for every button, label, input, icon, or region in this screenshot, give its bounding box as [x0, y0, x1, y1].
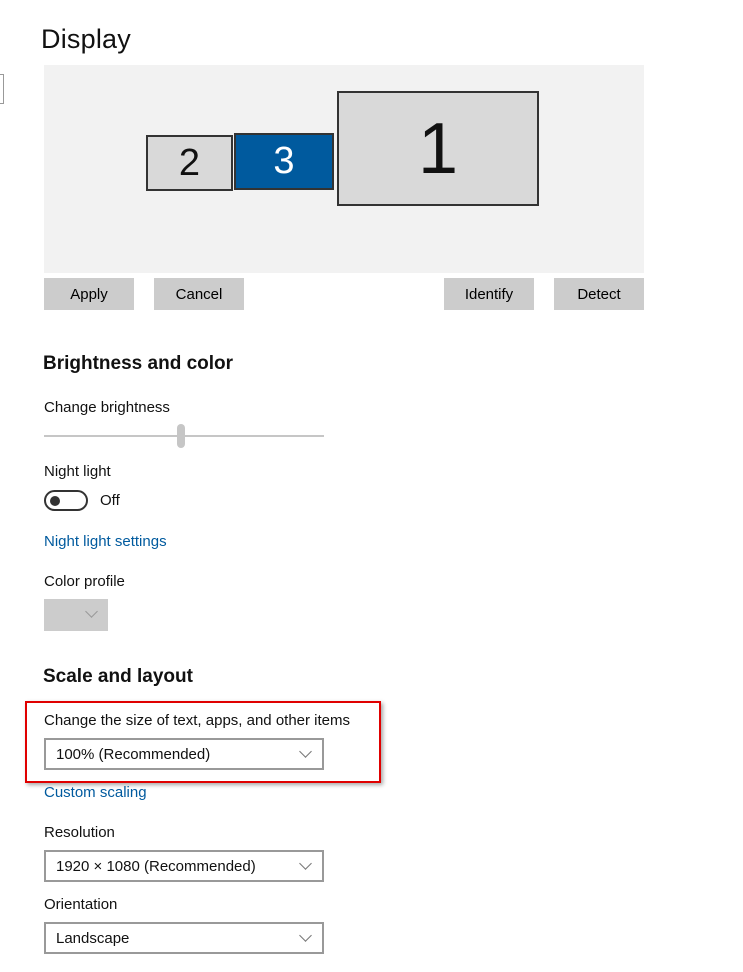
toggle-knob [50, 495, 60, 506]
resolution-label: Resolution [44, 824, 115, 841]
monitor-1[interactable]: 1 [337, 91, 539, 206]
brightness-label: Change brightness [44, 399, 170, 416]
scale-dropdown-value: 100% (Recommended) [56, 745, 211, 763]
monitor-3-label: 3 [273, 140, 295, 182]
page-title: Display [41, 24, 131, 54]
cancel-button[interactable]: Cancel [154, 278, 244, 310]
night-light-label: Night light [44, 463, 111, 480]
custom-scaling-link[interactable]: Custom scaling [44, 784, 147, 801]
monitor-2[interactable]: 2 [146, 135, 233, 191]
brightness-slider-thumb[interactable] [177, 424, 186, 448]
night-light-state: Off [100, 492, 120, 509]
monitor-2-label: 2 [178, 141, 201, 184]
monitor-arrangement-area: 2 3 1 [44, 65, 644, 273]
night-light-settings-link[interactable]: Night light settings [44, 533, 167, 550]
monitor-1-label: 1 [417, 108, 459, 189]
scale-layout-heading: Scale and layout [43, 666, 193, 687]
resolution-dropdown-value: 1920 × 1080 (Recommended) [56, 857, 256, 875]
orientation-label: Orientation [44, 896, 118, 913]
orientation-dropdown-value: Landscape [56, 929, 130, 947]
chevron-down-icon [299, 745, 312, 758]
orientation-dropdown[interactable]: Landscape [44, 922, 324, 954]
scale-dropdown[interactable]: 100% (Recommended) [44, 738, 324, 770]
window-edge-box [0, 74, 4, 104]
color-profile-dropdown[interactable] [44, 599, 108, 631]
size-label: Change the size of text, apps, and other… [44, 712, 351, 729]
resolution-dropdown[interactable]: 1920 × 1080 (Recommended) [44, 850, 324, 882]
color-profile-label: Color profile [44, 573, 125, 590]
chevron-down-icon [85, 605, 98, 618]
monitor-3[interactable]: 3 [234, 133, 334, 190]
detect-button[interactable]: Detect [554, 278, 644, 310]
identify-button[interactable]: Identify [444, 278, 534, 310]
chevron-down-icon [299, 857, 312, 870]
night-light-toggle[interactable] [44, 490, 88, 511]
apply-button[interactable]: Apply [44, 278, 134, 310]
brightness-color-heading: Brightness and color [43, 353, 234, 374]
chevron-down-icon [299, 929, 312, 942]
